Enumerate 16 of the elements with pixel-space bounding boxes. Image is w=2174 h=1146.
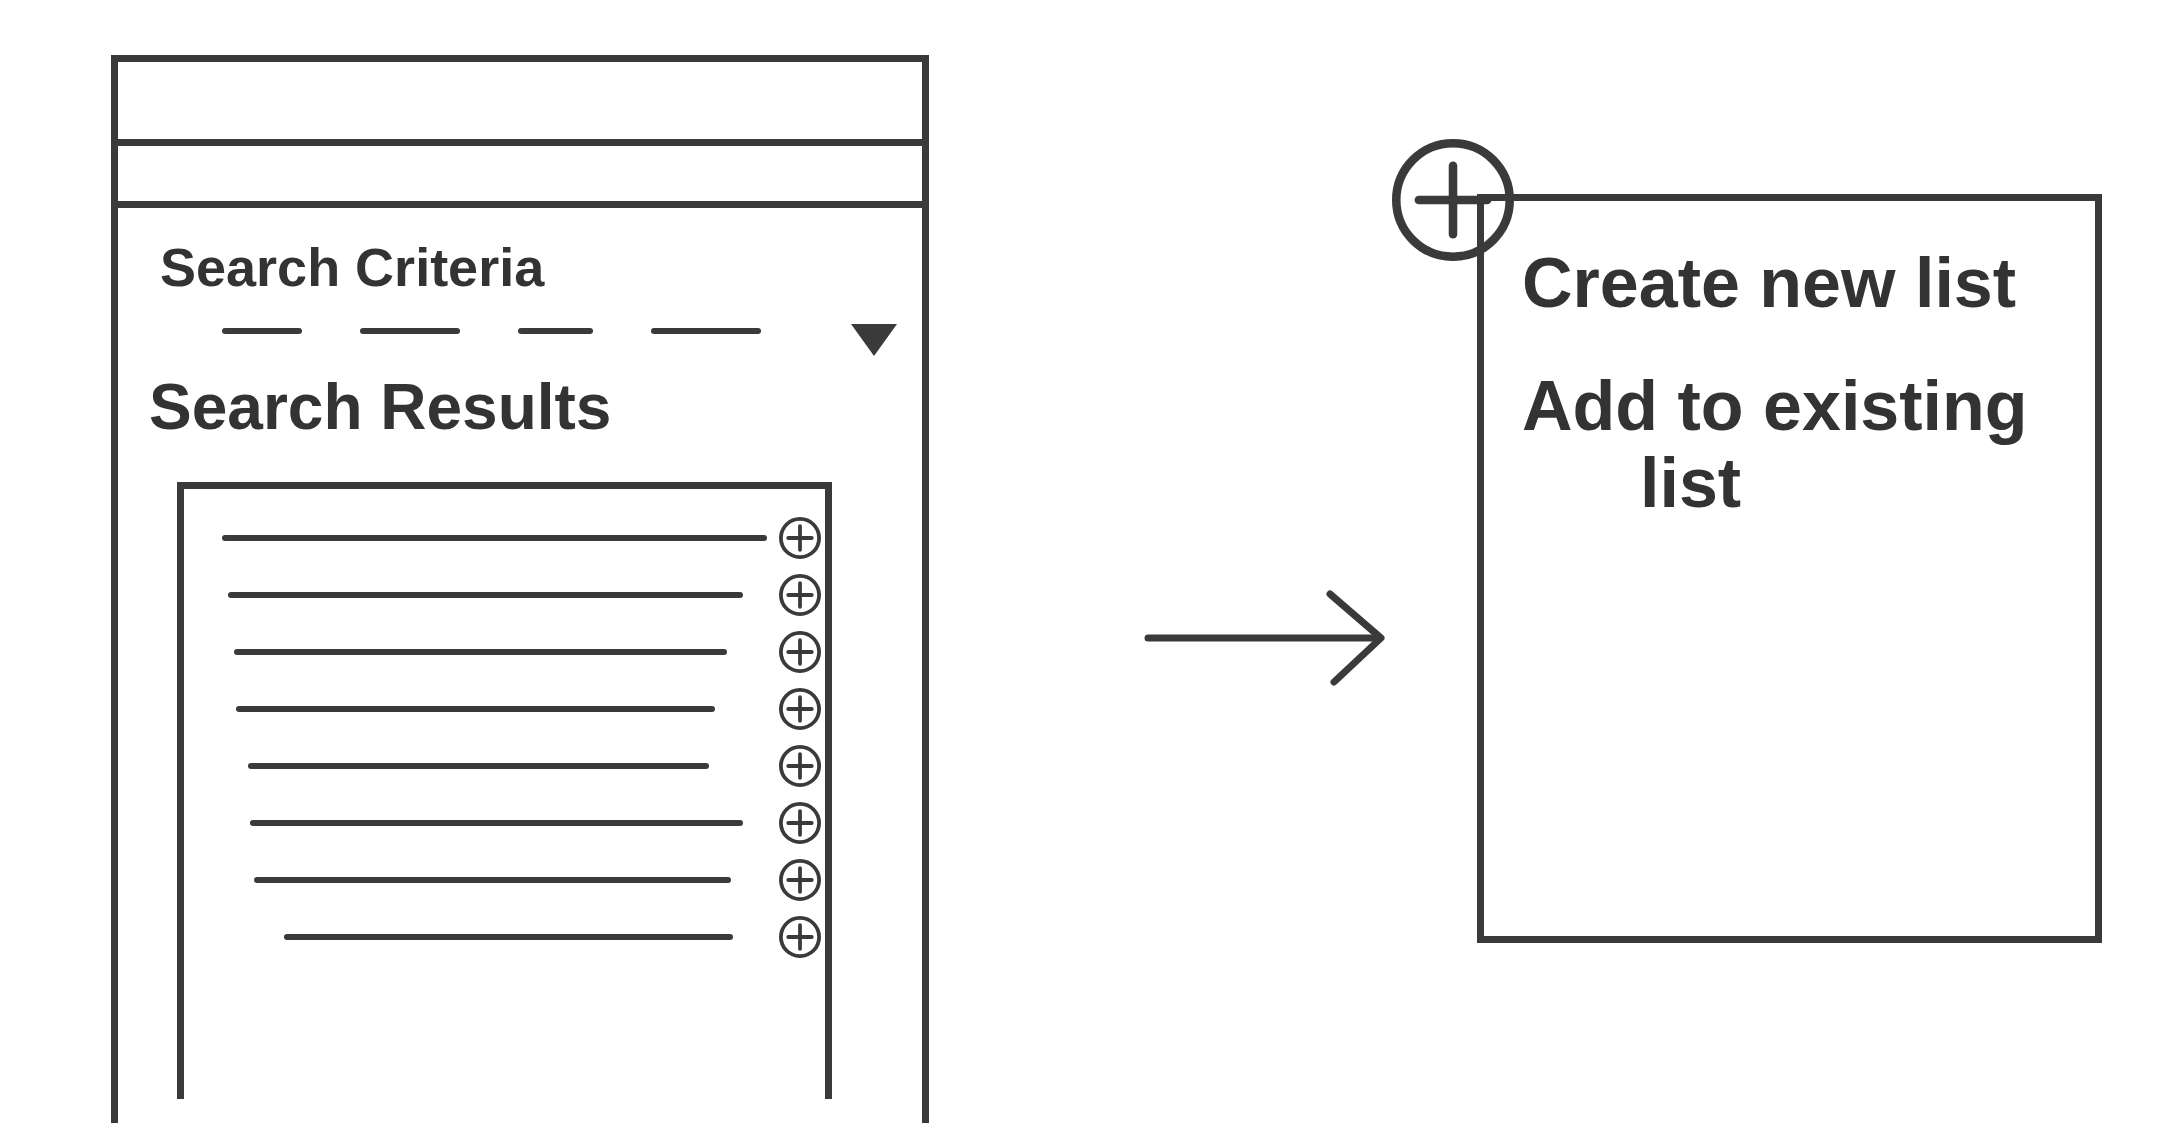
section-heading: Search Results — [149, 375, 612, 439]
plus-circle-icon[interactable] — [779, 517, 821, 559]
plus-circle-icon[interactable] — [779, 859, 821, 901]
plus-circle-icon[interactable] — [779, 688, 821, 730]
right-arrow-icon — [1144, 590, 1387, 686]
plus-circle-icon[interactable] — [779, 916, 821, 958]
menu-item[interactable]: Create new list — [1522, 245, 2062, 322]
section-heading: Search Criteria — [160, 240, 545, 294]
plus-circle-icon[interactable] — [779, 574, 821, 616]
menu-item[interactable]: Add to existing list — [1522, 368, 2062, 522]
plus-circle-icon[interactable] — [779, 631, 821, 673]
plus-circle-icon[interactable] — [1392, 139, 1514, 261]
plus-circle-icon[interactable] — [779, 745, 821, 787]
caret-icon — [851, 324, 897, 356]
plus-circle-icon[interactable] — [779, 802, 821, 844]
dropdown-field[interactable] — [222, 322, 897, 358]
